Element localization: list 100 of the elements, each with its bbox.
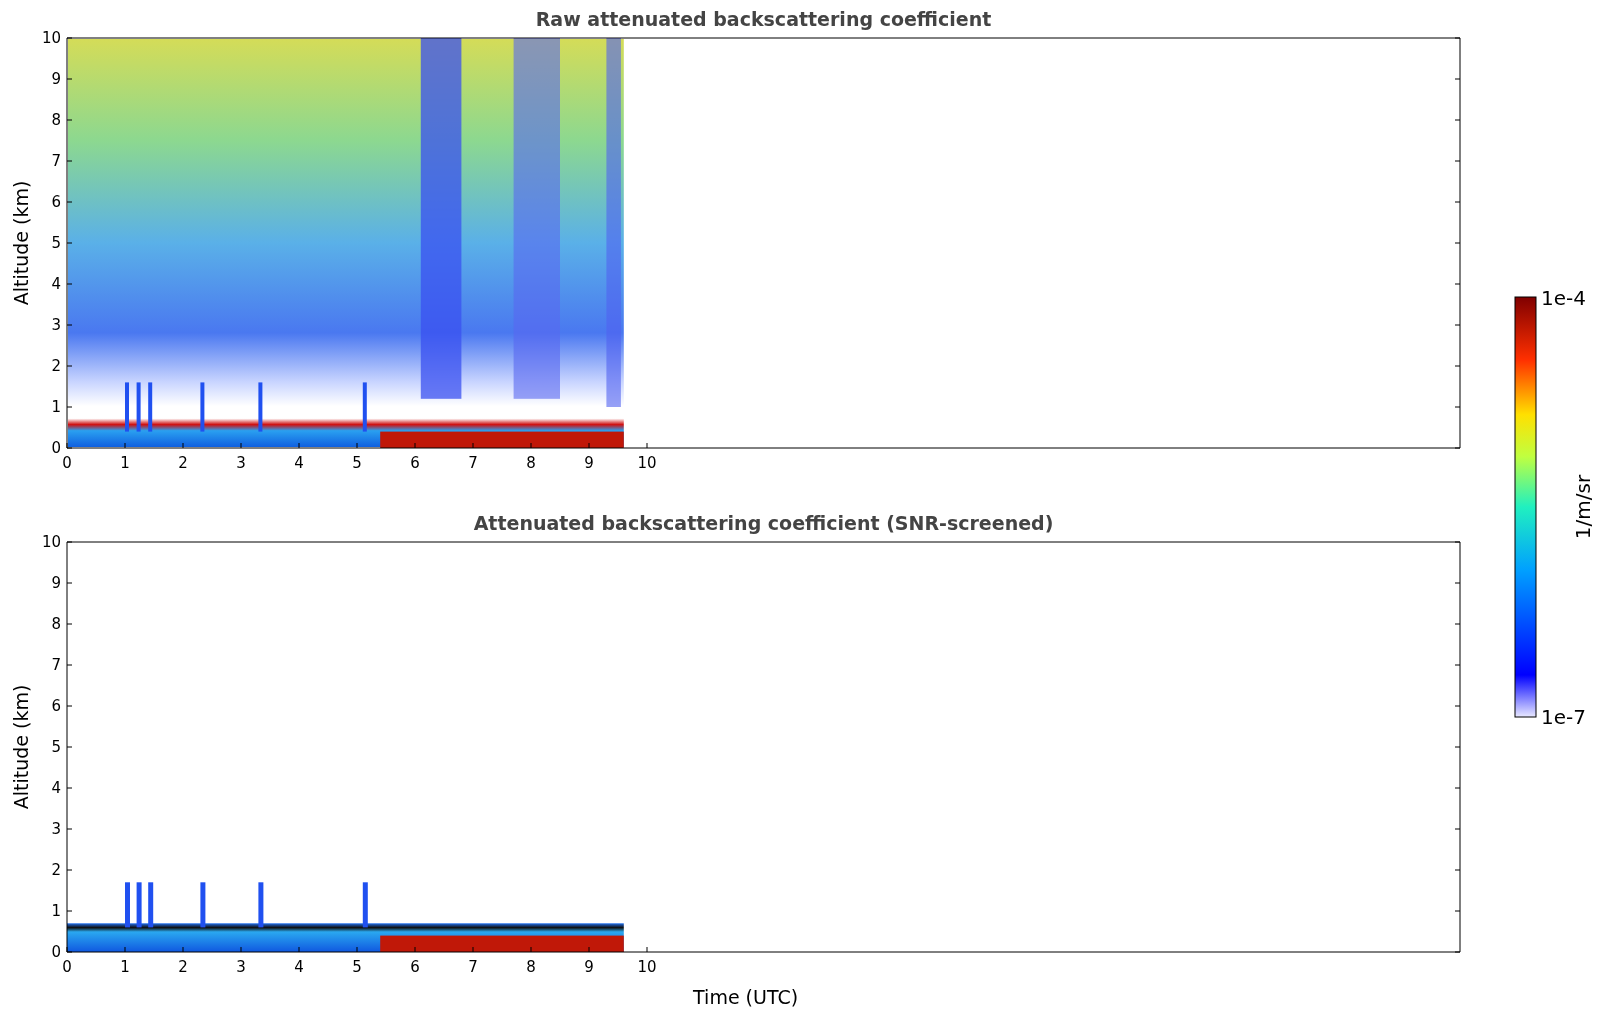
- tick-label: 0: [62, 958, 72, 976]
- tick-mark: [1454, 78, 1461, 80]
- tick-mark: [1454, 705, 1461, 707]
- tick-mark: [66, 869, 73, 871]
- tick-mark: [1454, 582, 1461, 584]
- tick-mark: [66, 37, 73, 39]
- tick-mark: [66, 119, 73, 121]
- tick-label: 4: [51, 275, 61, 293]
- tick-label: 7: [51, 152, 61, 170]
- tick-label: 2: [51, 861, 61, 879]
- tick-mark: [66, 787, 73, 789]
- tick-label: 3: [236, 958, 246, 976]
- tick-label: 9: [584, 958, 594, 976]
- tick-label: 7: [468, 958, 478, 976]
- tick-mark: [530, 946, 532, 953]
- axis-label: Altitude (km): [10, 180, 32, 306]
- tick-mark: [414, 946, 416, 953]
- tick-label: 6: [51, 697, 61, 715]
- tick-label: 7: [51, 656, 61, 674]
- tick-label: 4: [294, 454, 304, 472]
- tick-label: 8: [526, 454, 536, 472]
- tick-mark: [1454, 283, 1461, 285]
- tick-mark: [1454, 37, 1461, 39]
- tick-label: 0: [51, 439, 61, 457]
- tick-mark: [1454, 746, 1461, 748]
- plume-streak: [258, 382, 263, 432]
- tick-label: 1: [51, 398, 61, 416]
- tick-mark: [182, 946, 184, 953]
- tick-mark: [240, 946, 242, 953]
- tick-mark: [124, 442, 126, 449]
- plume-streak: [258, 882, 264, 928]
- tick-mark: [588, 442, 590, 449]
- tick-mark: [1454, 201, 1461, 203]
- tick-mark: [66, 201, 73, 203]
- tick-mark: [66, 541, 73, 543]
- plume-streak: [200, 882, 206, 928]
- tick-label: 4: [294, 958, 304, 976]
- tick-mark: [66, 910, 73, 912]
- tick-mark: [1454, 910, 1461, 912]
- tick-mark: [1454, 406, 1461, 408]
- tick-mark: [1454, 365, 1461, 367]
- tick-label: 10: [41, 29, 61, 47]
- tick-mark: [1454, 787, 1461, 789]
- plume-streak: [148, 382, 153, 432]
- tick-mark: [66, 406, 73, 408]
- chart-title: Attenuated backscattering coefficient (SNR-screened): [473, 512, 1054, 534]
- tick-label: 5: [51, 234, 61, 252]
- chart-title: Raw attenuated backscattering coefficient: [535, 8, 992, 30]
- tick-label: 9: [51, 574, 61, 592]
- tick-mark: [356, 946, 358, 953]
- plume-streak: [362, 382, 367, 432]
- tick-label: 5: [352, 454, 362, 472]
- tick-mark: [66, 828, 73, 830]
- tick-mark: [472, 946, 474, 953]
- tick-mark: [124, 946, 126, 953]
- tick-mark: [298, 946, 300, 953]
- tick-label: 6: [51, 193, 61, 211]
- tick-mark: [66, 664, 73, 666]
- tick-mark: [66, 78, 73, 80]
- tick-label: 9: [584, 454, 594, 472]
- tick-label: 0: [62, 454, 72, 472]
- tick-mark: [1454, 828, 1461, 830]
- tick-label: 7: [468, 454, 478, 472]
- tick-label: 6: [410, 454, 420, 472]
- colorbar-min-label: 1e-7: [1541, 705, 1586, 729]
- tick-mark: [66, 582, 73, 584]
- tick-label: 10: [637, 454, 657, 472]
- plume-streak: [125, 882, 130, 928]
- tick-label: 0: [51, 943, 61, 961]
- tick-mark: [182, 442, 184, 449]
- tick-label: 2: [51, 357, 61, 375]
- colorbar-max-label: 1e-4: [1541, 286, 1586, 310]
- tick-label: 1: [120, 958, 130, 976]
- tick-label: 9: [51, 70, 61, 88]
- tick-label: 10: [637, 958, 657, 976]
- tick-label: 1: [120, 454, 130, 472]
- tick-mark: [240, 442, 242, 449]
- tick-mark: [66, 705, 73, 707]
- tick-mark: [472, 442, 474, 449]
- tick-label: 1: [51, 902, 61, 920]
- plume-streak: [136, 382, 141, 432]
- tick-mark: [66, 324, 73, 326]
- tick-mark: [66, 623, 73, 625]
- tick-mark: [66, 746, 73, 748]
- plume-streak: [148, 882, 154, 928]
- tick-label: 5: [352, 958, 362, 976]
- plume-streak: [362, 882, 368, 928]
- tick-label: 6: [410, 958, 420, 976]
- tick-label: 3: [51, 820, 61, 838]
- plume-streak: [125, 382, 129, 432]
- tick-mark: [1454, 324, 1461, 326]
- tick-mark: [1454, 623, 1461, 625]
- colorbar-label: 1/m/sr: [1571, 474, 1595, 540]
- tick-mark: [66, 283, 73, 285]
- tick-label: 8: [526, 958, 536, 976]
- tick-label: 8: [51, 615, 61, 633]
- tick-label: 10: [41, 533, 61, 551]
- tick-label: 8: [51, 111, 61, 129]
- tick-mark: [66, 242, 73, 244]
- tick-mark: [1454, 119, 1461, 121]
